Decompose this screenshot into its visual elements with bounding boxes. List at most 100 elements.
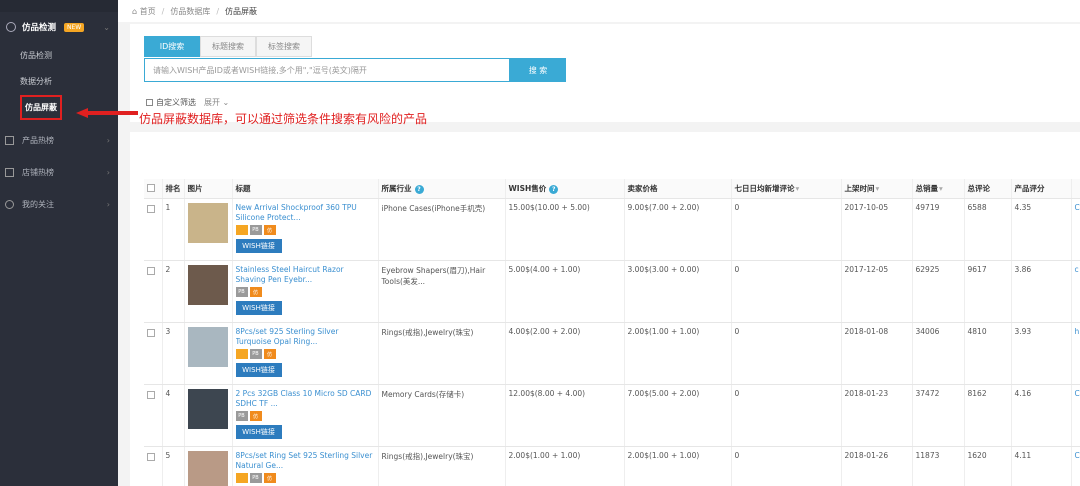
sidebar-group-label: 仿品检测 <box>22 23 57 33</box>
tab-tag-search[interactable]: 标签搜索 <box>256 36 312 57</box>
date-cell: 2018-01-23 <box>841 384 913 447</box>
row-checkbox[interactable] <box>147 391 155 399</box>
results-table: 排名 图片 标题 所属行业? WISH售价? 卖家价格 七日日均新增评论▾ 上架… <box>144 179 1080 486</box>
product-thumbnail[interactable] <box>187 389 228 429</box>
rating-cell: 3.93 <box>1011 322 1072 385</box>
product-thumbnail[interactable] <box>187 265 228 305</box>
rating-cell: 4.11 <box>1011 446 1072 486</box>
annotation-text: 仿品屏蔽数据库，可以通过筛选条件搜索有风险的产品 <box>139 112 428 126</box>
search-panel: ID搜索 标题搜索 标签搜索 请输入WISH产品ID或者WISH链接,多个用",… <box>130 24 1080 122</box>
extra-cell: C <box>1071 446 1080 486</box>
title-cell: New Arrival Shockproof 360 TPU Silicone … <box>232 198 379 261</box>
wish-link-button[interactable]: WISH链接 <box>235 301 282 315</box>
sidebar-sub-label: 仿品检测 <box>20 50 52 60</box>
product-title-link[interactable]: 2 Pcs 32GB Class 10 Micro SD CARD SDHC T… <box>236 389 375 409</box>
sidebar-item-store-hot[interactable]: 店铺热榜 › <box>0 156 118 188</box>
badge-icon: 仿 <box>249 411 262 421</box>
store-icon <box>5 167 14 177</box>
select-all-checkbox[interactable] <box>147 184 155 192</box>
sales-cell: 62925 <box>912 260 965 323</box>
reviews-cell: 1620 <box>964 446 1012 486</box>
wish-link-button[interactable]: WISH链接 <box>235 363 282 377</box>
badge-icon: PB <box>235 287 248 297</box>
badge-icon: PB <box>249 225 262 235</box>
extra-cell: h <box>1071 322 1080 385</box>
col-title: 标题 <box>232 179 379 199</box>
sidebar-item-follow[interactable]: 我的关注 › <box>0 188 118 220</box>
wish-link-button[interactable]: WISH链接 <box>235 425 282 439</box>
expand-toggle[interactable]: 展开 ⌄ <box>204 97 229 108</box>
chevron-right-icon: › <box>106 135 110 145</box>
rank-cell: 1 <box>162 198 185 261</box>
rank-cell: 5 <box>162 446 185 486</box>
breadcrumb: ⌂ 首页 / 仿品数据库 / 仿品屏蔽 <box>118 0 1080 22</box>
wish-price-cell: 12.00$(8.00 + 4.00) <box>505 384 625 447</box>
industry-cell: Rings(戒指),Jewelry(珠宝) <box>378 446 506 486</box>
reviews-cell: 6588 <box>964 198 1012 261</box>
row-checkbox[interactable] <box>147 453 155 461</box>
sidebar-item-product-hot[interactable]: 产品热榜 › <box>0 124 118 156</box>
badge-group: PB 仿 <box>235 287 375 297</box>
col-wish-price-label: WISH售价 <box>508 183 547 193</box>
col-industry: 所属行业? <box>378 179 506 199</box>
product-title-link[interactable]: Stainless Steel Haircut Razor Shaving Pe… <box>236 265 375 285</box>
sales-cell: 34006 <box>912 322 965 385</box>
search-input[interactable]: 请输入WISH产品ID或者WISH链接,多个用","逗号(英文)隔开 <box>144 58 510 82</box>
col-reviews7[interactable]: 七日日均新增评论▾ <box>731 179 842 199</box>
sidebar-group-knockoff-detection[interactable]: 仿品检测 NEW ⌄ <box>0 12 118 42</box>
table-row: 2 Stainless Steel Haircut Razor Shaving … <box>144 260 1080 323</box>
wish-link-button[interactable]: WISH链接 <box>235 239 282 253</box>
reviews-cell: 9617 <box>964 260 1012 323</box>
search-button[interactable]: 搜 索 <box>510 58 566 82</box>
sidebar-sub-analysis[interactable]: 数据分析 <box>0 68 118 94</box>
col-sales[interactable]: 总销量▾ <box>912 179 965 199</box>
sidebar-sub-detection[interactable]: 仿品检测 <box>0 42 118 68</box>
title-cell: 8Pcs/set Ring Set 925 Sterling Silver Na… <box>232 446 379 486</box>
rank-cell: 2 <box>162 260 185 323</box>
sales-cell: 37472 <box>912 384 965 447</box>
help-icon[interactable]: ? <box>414 184 424 194</box>
col-date[interactable]: 上架时间▾ <box>841 179 913 199</box>
col-rank: 排名 <box>162 179 185 199</box>
col-rating: 产品评分 <box>1011 179 1072 199</box>
custom-filter[interactable]: 自定义筛选 展开 ⌄ <box>146 97 229 108</box>
badge-group: PB 仿 <box>235 473 375 483</box>
seller-price-cell: 2.00$(1.00 + 1.00) <box>624 322 732 385</box>
wish-price-cell: 4.00$(2.00 + 2.00) <box>505 322 625 385</box>
product-title-link[interactable]: New Arrival Shockproof 360 TPU Silicone … <box>236 203 375 223</box>
help-icon[interactable]: ? <box>549 184 559 194</box>
row-checkbox[interactable] <box>147 329 155 337</box>
wish-price-cell: 15.00$(10.00 + 5.00) <box>505 198 625 261</box>
shield-icon <box>6 22 16 32</box>
reviews7-cell: 0 <box>731 198 842 261</box>
row-checkbox[interactable] <box>147 267 155 275</box>
product-title-link[interactable]: 8Pcs/set 925 Sterling Silver Turquoise O… <box>236 327 375 347</box>
product-title-link[interactable]: 8Pcs/set Ring Set 925 Sterling Silver Na… <box>236 451 375 471</box>
tab-title-search[interactable]: 标题搜索 <box>200 36 256 57</box>
industry-cell: Eyebrow Shapers(眉刀),Hair Tools(美发... <box>378 260 506 323</box>
reviews-cell: 4810 <box>964 322 1012 385</box>
filter-icon <box>146 99 153 106</box>
sidebar-top <box>0 0 118 12</box>
table-row: 3 8Pcs/set 925 Sterling Silver Turquoise… <box>144 322 1080 385</box>
sales-cell: 49719 <box>912 198 965 261</box>
badge-icon: 仿 <box>263 349 276 359</box>
breadcrumb-home[interactable]: 首页 <box>140 6 156 17</box>
breadcrumb-db[interactable]: 仿品数据库 <box>170 6 210 17</box>
sidebar-sub-label: 数据分析 <box>20 76 52 86</box>
badge-icon: 仿 <box>249 287 262 297</box>
product-thumbnail[interactable] <box>187 451 228 486</box>
row-checkbox[interactable] <box>147 205 155 213</box>
date-cell: 2018-01-08 <box>841 322 913 385</box>
product-thumbnail[interactable] <box>187 203 228 243</box>
badge-group: PB 仿 <box>235 225 375 235</box>
product-thumbnail[interactable] <box>187 327 228 367</box>
badge-icon <box>235 349 248 359</box>
tab-id-search[interactable]: ID搜索 <box>144 36 200 57</box>
crown-icon <box>5 135 14 145</box>
title-cell: 2 Pcs 32GB Class 10 Micro SD CARD SDHC T… <box>232 384 379 447</box>
seller-price-cell: 9.00$(7.00 + 2.00) <box>624 198 732 261</box>
title-cell: 8Pcs/set 925 Sterling Silver Turquoise O… <box>232 322 379 385</box>
sort-icon: ▾ <box>939 183 943 193</box>
industry-cell: Memory Cards(存储卡) <box>378 384 506 447</box>
